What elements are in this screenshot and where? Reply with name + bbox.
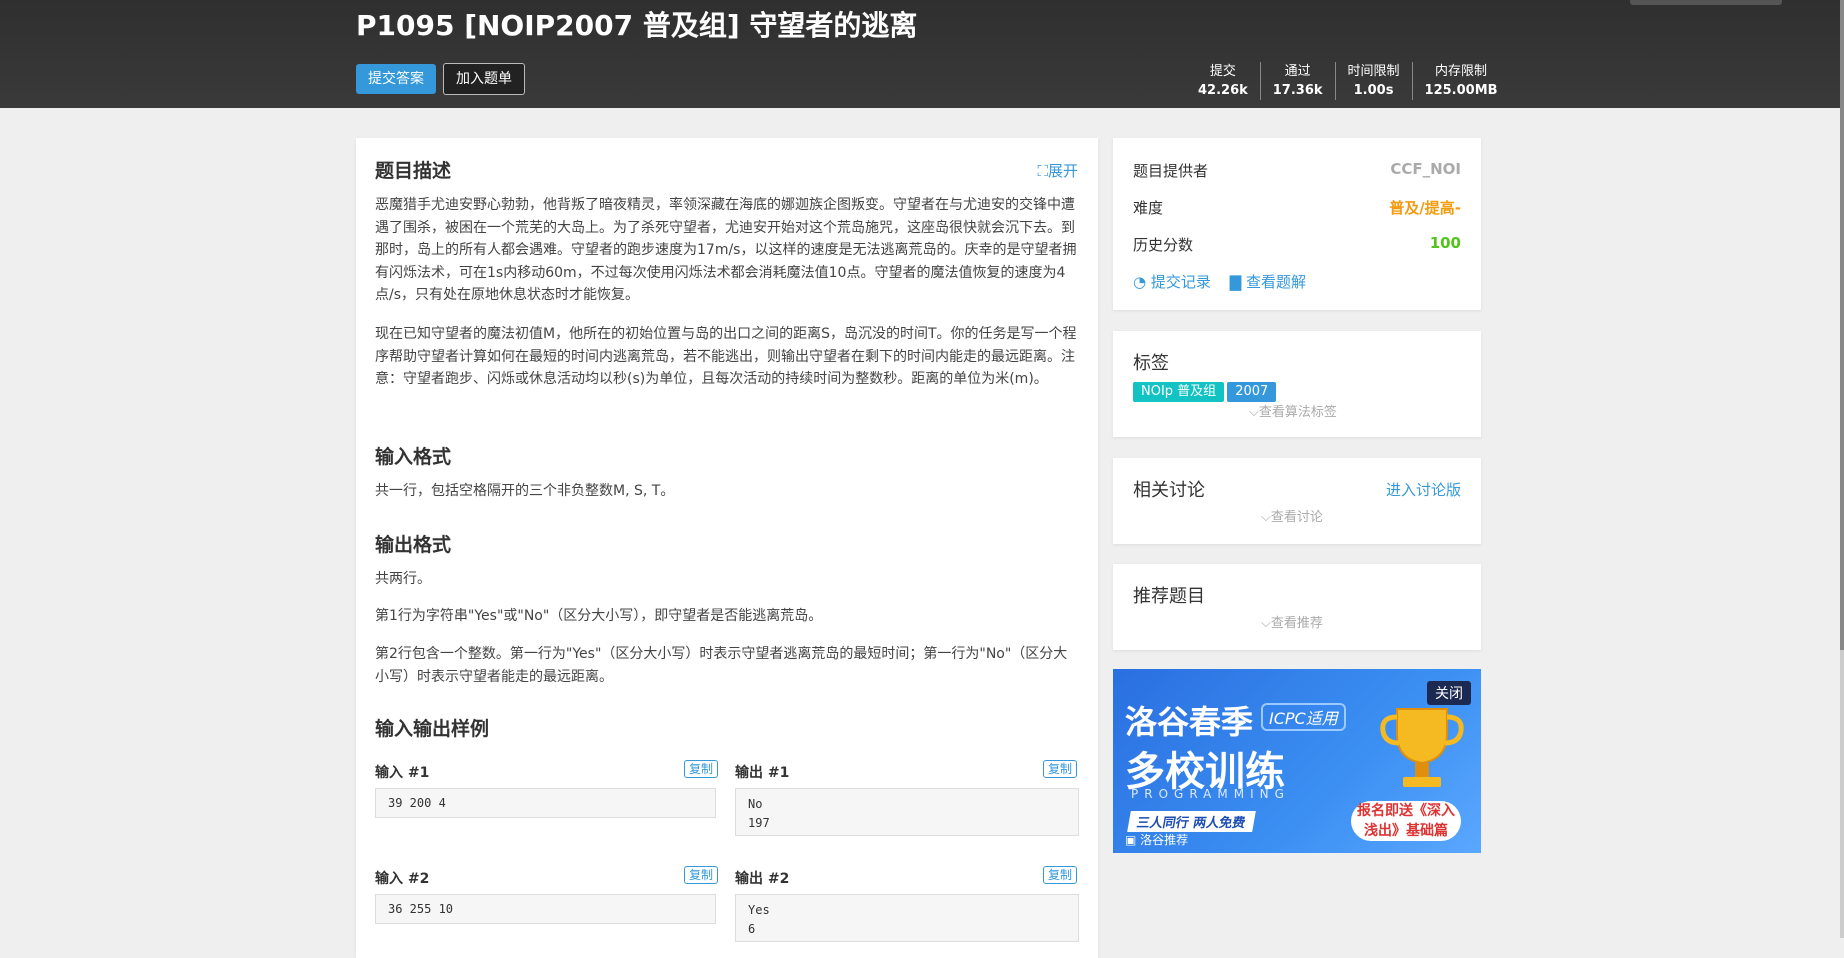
ad-promo-strip: 三人同行 两人免费 [1127, 811, 1256, 832]
recommend-card: 推荐题目 ⌵查看推荐 [1113, 564, 1481, 650]
tag-year[interactable]: 2007 [1227, 382, 1277, 402]
expand-button[interactable]: ⛶展开 [1037, 160, 1078, 181]
output-format-text-3: 第2行包含一个整数。第一行为"Yes"（区分大小写）时表示守望者逃离荒岛的最短时… [375, 646, 1068, 685]
problem-header: P1095 [NOIP2007 普及组] 守望者的逃离 提交答案 加入题单 提交… [0, 0, 1844, 108]
recommend-heading: 推荐题目 [1133, 586, 1205, 607]
sample-output-1-label: 输出 #1 [735, 765, 790, 781]
problem-stats: 提交 42.26k 通过 17.36k 时间限制 1.00s 内存限制 125.… [1186, 62, 1510, 100]
sample-input-2-label: 输入 #2 [375, 871, 430, 887]
tags-heading: 标签 [1133, 353, 1169, 374]
provider-name[interactable]: CCF_NOI [1390, 160, 1461, 178]
tag-noip[interactable]: NOIp 普及组 [1133, 382, 1225, 402]
description-heading: 题目描述 [375, 160, 452, 182]
solutions-link[interactable]: ▇ 查看题解 [1230, 273, 1306, 291]
ad-bubble: 报名即送《深入浅出》基础篇 [1351, 801, 1461, 841]
chevron-down-icon: ⌵ [1249, 405, 1259, 420]
ad-icpc-badge: ICPC适用 [1261, 703, 1346, 731]
show-algo-tags[interactable]: ⌵查看算法标签 [1249, 401, 1337, 420]
submission-records-link[interactable]: ◔ 提交记录 [1133, 273, 1211, 291]
ad-close-button[interactable]: 关闭 [1427, 681, 1471, 705]
submit-answer-button[interactable]: 提交答案 [356, 64, 436, 94]
copy-output-2-button[interactable]: 复制 [1043, 866, 1078, 884]
discussion-heading: 相关讨论 [1133, 480, 1205, 501]
page-scrollbar[interactable] [1840, 0, 1844, 938]
sample-input-1-label: 输入 #1 [375, 765, 430, 781]
trophy-icon [1380, 708, 1464, 787]
sample-input-2: 36 255 10 [375, 894, 716, 924]
pie-chart-icon: ◔ [1133, 273, 1147, 291]
difficulty-value: 普及/提高- [1389, 199, 1461, 217]
provider-row: 题目提供者 CCF_NOI [1133, 160, 1461, 180]
output-format-heading: 输出格式 [375, 534, 452, 556]
stat-submissions: 提交 42.26k [1198, 64, 1248, 98]
problem-title: P1095 [NOIP2007 普及组] 守望者的逃离 [356, 9, 918, 42]
problem-info-card: 题目提供者 CCF_NOI 难度 普及/提高- 历史分数 100 ◔ 提交记录 … [1113, 138, 1481, 310]
difficulty-row: 难度 普及/提高- [1133, 199, 1461, 217]
copy-input-2-button[interactable]: 复制 [684, 866, 719, 884]
fullscreen-icon: ⛶ [1037, 162, 1048, 180]
enter-discussion-link[interactable]: 进入讨论版 [1386, 479, 1461, 500]
description-paragraph-1: 恶魔猎手尤迪安野心勃勃，他背叛了暗夜精灵，率领深藏在海底的娜迦族企图叛变。守望者… [375, 197, 1077, 303]
ad-line-1: 洛谷春季 [1125, 703, 1254, 741]
sidebar-links: ◔ 提交记录 ▇ 查看题解 [1133, 271, 1461, 292]
header-top-button[interactable] [1630, 0, 1782, 5]
book-icon: ▇ [1229, 273, 1242, 291]
tag-list: NOIp 普及组 2007 [1133, 380, 1279, 402]
show-recommend[interactable]: ⌵查看推荐 [1261, 612, 1323, 631]
ad-programming-text: PROGRAMMING [1131, 787, 1290, 801]
copy-output-1-button[interactable]: 复制 [1043, 760, 1078, 778]
description-paragraph-2: 现在已知守望者的魔法初值M，他所在的初始位置与岛的出口之间的距离S，岛沉没的时间… [375, 326, 1077, 387]
scrollbar-thumb[interactable] [1840, 0, 1844, 650]
input-format-text: 共一行，包括空格隔开的三个非负整数M, S, T。 [375, 483, 675, 499]
sample-input-1: 39 200 4 [375, 788, 716, 818]
tags-card: 标签 NOIp 普及组 2007 ⌵查看算法标签 [1113, 331, 1481, 437]
sample-output-1: No 197 [735, 788, 1079, 836]
score-value: 100 [1429, 234, 1461, 252]
input-format-heading: 输入格式 [375, 446, 452, 468]
problem-content-card: 题目描述 ⛶展开 恶魔猎手尤迪安野心勃勃，他背叛了暗夜精灵，率领深藏在海底的娜迦… [356, 138, 1098, 958]
stat-time-limit: 时间限制 1.00s [1334, 62, 1412, 100]
output-format-text-1: 共两行。 [375, 571, 431, 587]
ad-icon: ▣ [1125, 833, 1137, 847]
score-row: 历史分数 100 [1133, 234, 1461, 254]
sample-output-2: Yes 6 [735, 894, 1079, 942]
ad-banner[interactable]: 洛谷春季 ICPC适用 多校训练 PROGRAMMING 三人同行 两人免费 ▣… [1113, 669, 1481, 853]
output-format-text-2: 第1行为字符串"Yes"或"No"（区分大小写），即守望者是否能逃离荒岛。 [375, 608, 823, 624]
chevron-down-icon: ⌵ [1261, 510, 1271, 525]
stat-accepted: 通过 17.36k [1259, 62, 1335, 100]
samples-heading: 输入输出样例 [375, 718, 490, 740]
stat-memory-limit: 内存限制 125.00MB [1411, 62, 1510, 100]
ad-recommend-label: ▣ 洛谷推荐 [1125, 833, 1189, 847]
discussion-card: 相关讨论 进入讨论版 ⌵查看讨论 [1113, 458, 1481, 544]
sample-output-2-label: 输出 #2 [735, 871, 790, 887]
show-discussion[interactable]: ⌵查看讨论 [1261, 506, 1323, 525]
chevron-down-icon: ⌵ [1261, 616, 1271, 631]
add-to-list-button[interactable]: 加入题单 [443, 63, 525, 95]
copy-input-1-button[interactable]: 复制 [684, 760, 719, 778]
